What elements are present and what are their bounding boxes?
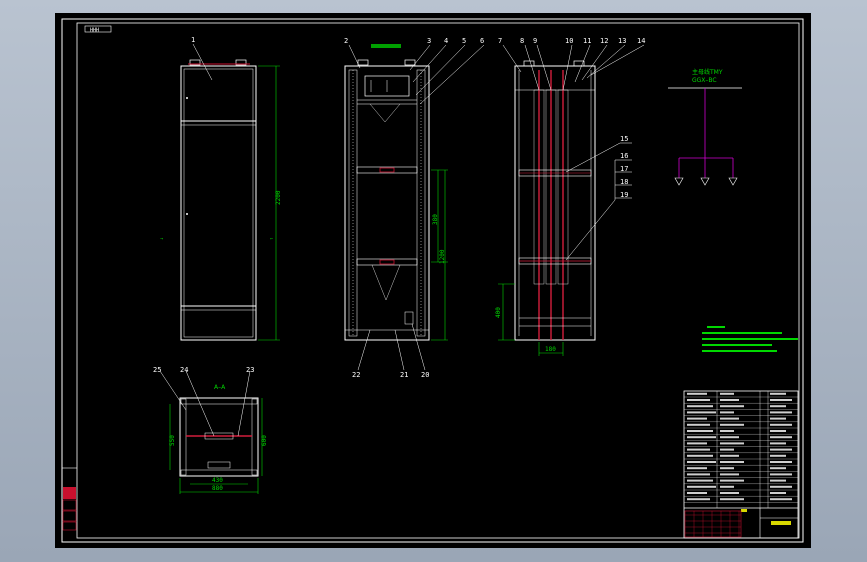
part-label-14: 14 bbox=[637, 37, 645, 45]
mid-span-dim: 380 bbox=[432, 214, 439, 225]
table-cell-glyph bbox=[720, 405, 744, 408]
part-label-22: 22 bbox=[352, 371, 360, 379]
table-cell-glyph bbox=[720, 461, 744, 463]
table-cell-glyph bbox=[687, 479, 713, 482]
part-label-24: 24 bbox=[180, 366, 188, 374]
front-view-arrow-left: → bbox=[160, 236, 163, 242]
table-cell-glyph bbox=[770, 492, 786, 494]
part-label-17: 17 bbox=[620, 165, 628, 173]
table-cell-glyph bbox=[770, 498, 792, 501]
part-label-7: 7 bbox=[498, 37, 502, 45]
part-label-5: 5 bbox=[462, 37, 466, 45]
table-cell-glyph bbox=[720, 411, 734, 414]
part-label-10: 10 bbox=[565, 37, 573, 45]
table-cell-glyph bbox=[687, 417, 707, 420]
table-cell-glyph bbox=[720, 454, 739, 457]
front-height-dim: 2200 bbox=[275, 190, 282, 205]
part-label-3: 3 bbox=[427, 37, 431, 45]
table-cell-glyph bbox=[687, 392, 707, 395]
schematic-bus-label-2: GGX–BC bbox=[692, 77, 717, 84]
part-label-18: 18 bbox=[620, 178, 628, 186]
lower-span-dim: 1200 bbox=[439, 249, 446, 264]
table-cell-glyph bbox=[720, 485, 734, 488]
table-cell-glyph bbox=[770, 467, 786, 470]
table-cell-glyph bbox=[687, 411, 716, 414]
table-cell-glyph bbox=[770, 473, 792, 476]
part-label-13: 13 bbox=[618, 37, 626, 45]
plan-depth-right-dim: 600 bbox=[261, 435, 268, 446]
table-cell-glyph bbox=[720, 423, 744, 426]
part-label-1: 1 bbox=[191, 36, 195, 44]
table-cell-glyph bbox=[720, 473, 739, 476]
section-label: A–A bbox=[214, 384, 226, 391]
table-cell-glyph bbox=[687, 492, 707, 494]
table-cell-glyph bbox=[687, 461, 716, 463]
table-cell-glyph bbox=[687, 405, 713, 408]
table-cell-glyph bbox=[770, 485, 792, 488]
part-label-23: 23 bbox=[246, 366, 254, 374]
table-cell-glyph bbox=[720, 492, 739, 494]
table-cell-glyph bbox=[770, 423, 792, 426]
title-tag-text: HHH bbox=[90, 28, 99, 34]
table-cell-glyph bbox=[687, 442, 707, 445]
plan-outer-width-dim: 880 bbox=[212, 485, 223, 492]
part-label-16: 16 bbox=[620, 152, 628, 160]
table-cell-glyph bbox=[770, 417, 786, 420]
part-label-20: 20 bbox=[421, 371, 429, 379]
table-cell-glyph bbox=[687, 467, 707, 470]
cad-viewport: HHH 2200 → ← 1 380 1200 2 3 4 5 6 22 21 … bbox=[0, 0, 867, 562]
part-label-15: 15 bbox=[620, 135, 628, 143]
part-label-8: 8 bbox=[520, 37, 524, 45]
table-cell-glyph bbox=[770, 405, 786, 408]
side-width-dim: 180 bbox=[545, 346, 556, 353]
table-cell-glyph bbox=[720, 467, 734, 470]
table-cell-glyph bbox=[770, 430, 786, 432]
part-label-2: 2 bbox=[344, 37, 348, 45]
table-cell-glyph bbox=[687, 448, 710, 451]
table-cell-glyph bbox=[770, 399, 792, 401]
part-label-21: 21 bbox=[400, 371, 408, 379]
table-cell-glyph bbox=[687, 485, 716, 488]
part-label-25: 25 bbox=[153, 366, 161, 374]
table-cell-glyph bbox=[770, 448, 792, 451]
table-cell-glyph bbox=[770, 411, 792, 414]
schematic-bus-label-1: 主母线TMY bbox=[692, 68, 723, 76]
table-cell-glyph bbox=[720, 436, 739, 439]
part-label-4: 4 bbox=[444, 37, 448, 45]
front-view-arrow-right: ← bbox=[270, 236, 273, 242]
table-cell-glyph bbox=[720, 498, 744, 501]
part-label-6: 6 bbox=[480, 37, 484, 45]
table-cell-glyph bbox=[687, 473, 710, 476]
part-label-11: 11 bbox=[583, 37, 591, 45]
table-cell-glyph bbox=[720, 430, 734, 432]
table-cell-glyph bbox=[720, 442, 744, 445]
table-cell-glyph bbox=[687, 436, 716, 439]
plan-inner-width-dim: 430 bbox=[212, 477, 223, 484]
table-cell-glyph bbox=[720, 399, 739, 401]
table-cell-glyph bbox=[687, 423, 710, 426]
table-cell-glyph bbox=[770, 454, 786, 457]
table-cell-glyph bbox=[720, 417, 739, 420]
table-cell-glyph bbox=[770, 479, 786, 482]
table-cell-glyph bbox=[720, 448, 734, 451]
table-cell-glyph bbox=[687, 399, 710, 401]
drawing-sheet: HHH 2200 → ← 1 380 1200 2 3 4 5 6 22 21 … bbox=[55, 13, 811, 548]
plan-depth-left-dim: 550 bbox=[169, 435, 176, 446]
table-cell-glyph bbox=[770, 436, 792, 439]
part-label-12: 12 bbox=[600, 37, 608, 45]
part-label-9: 9 bbox=[533, 37, 537, 45]
table-cell-glyph bbox=[770, 461, 792, 463]
table-cell-glyph bbox=[770, 442, 786, 445]
table-cell-glyph bbox=[770, 392, 786, 395]
table-cell-glyph bbox=[687, 454, 713, 457]
table-cell-glyph bbox=[687, 498, 710, 501]
table-cell-glyph bbox=[720, 392, 734, 395]
part-label-19: 19 bbox=[620, 191, 628, 199]
table-cell-glyph bbox=[720, 479, 744, 482]
table-cell-glyph bbox=[687, 430, 713, 432]
side-base-dim: 400 bbox=[495, 307, 502, 318]
